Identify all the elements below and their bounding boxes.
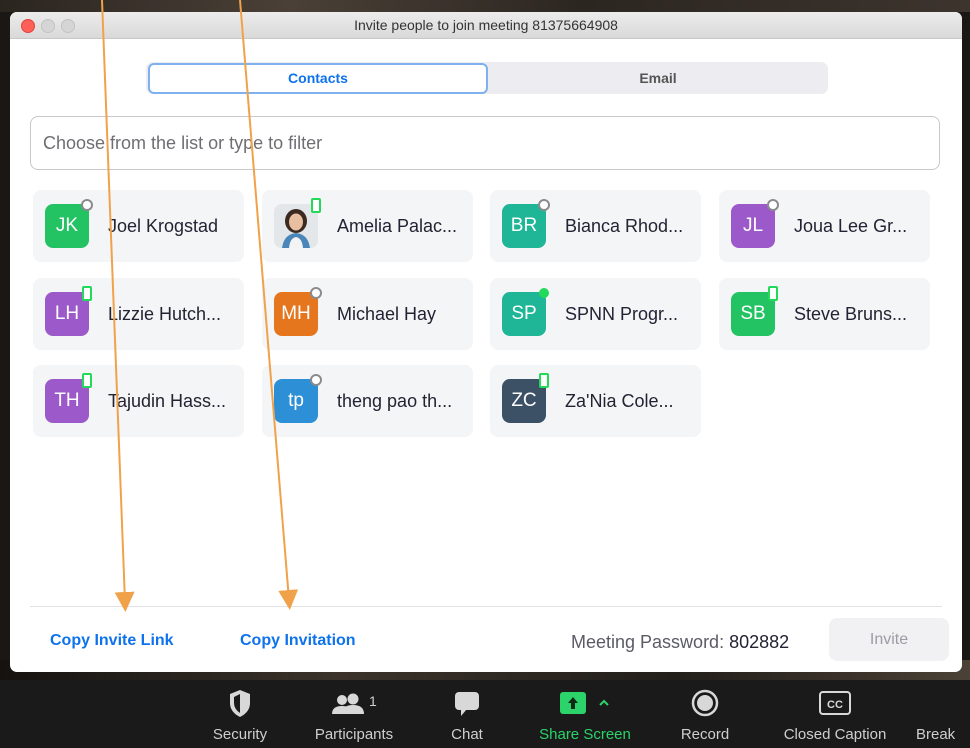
title-bar: Invite people to join meeting 8137566490…	[10, 12, 962, 39]
contact-name: Joel Krogstad	[108, 216, 219, 236]
share-screen-icon	[560, 692, 609, 714]
meeting-password-value: 802882	[729, 632, 790, 652]
contact-name: Joua Lee Gr...	[794, 216, 908, 236]
contact-name: theng pao th...	[337, 391, 453, 411]
security-button[interactable]: Security	[204, 688, 276, 743]
contact-card[interactable]: tp theng pao th...	[262, 365, 473, 437]
record-button[interactable]: Record	[672, 688, 738, 743]
meeting-password-label: Meeting Password:	[571, 632, 725, 652]
contact-card[interactable]: Amelia Palac...	[262, 190, 473, 262]
avatar: JL	[731, 204, 775, 248]
breakout-rooms-icon	[916, 688, 970, 720]
closed-caption-glyph: CC	[827, 699, 843, 711]
tab-email[interactable]: Email	[490, 65, 826, 92]
copy-invite-link-button[interactable]: Copy Invite Link	[50, 632, 174, 650]
contact-name: Michael Hay	[337, 304, 437, 324]
copy-invitation-button[interactable]: Copy Invitation	[240, 632, 356, 650]
closed-caption-button[interactable]: CC Closed Caption	[772, 688, 898, 743]
contact-name: Za'Nia Cole...	[565, 391, 674, 411]
chat-label: Chat	[451, 726, 483, 743]
chat-bubble-icon	[455, 692, 479, 716]
contact-card[interactable]: LH Lizzie Hutch...	[33, 278, 244, 350]
invite-dialog: Invite people to join meeting 8137566490…	[10, 12, 962, 672]
participants-label: Participants	[314, 726, 394, 743]
status-mobile-icon	[82, 373, 92, 388]
contact-name: Tajudin Hass...	[108, 391, 227, 411]
contact-card[interactable]: JL Joua Lee Gr...	[719, 190, 930, 262]
security-label: Security	[212, 726, 268, 743]
participants-icon: 1	[332, 693, 377, 714]
contact-card[interactable]: BR Bianca Rhod...	[490, 190, 701, 262]
avatar: JK	[45, 204, 89, 248]
contact-card[interactable]: TH Tajudin Hass...	[33, 365, 244, 437]
status-mobile-icon	[539, 373, 549, 388]
contact-card[interactable]: SB Steve Bruns...	[719, 278, 930, 350]
status-offline-icon	[310, 374, 322, 386]
status-offline-icon	[81, 199, 93, 211]
background-video-top	[0, 0, 970, 12]
breakout-rooms-button[interactable]: Break	[916, 688, 970, 743]
status-offline-icon	[767, 199, 779, 211]
record-label: Record	[680, 726, 730, 743]
contact-card[interactable]: MH Michael Hay	[262, 278, 473, 350]
contact-card[interactable]: JK Joel Krogstad	[33, 190, 244, 262]
participants-button[interactable]: 1 Participants	[304, 688, 404, 743]
status-online-icon	[539, 288, 549, 298]
breakout-rooms-label: Break	[916, 726, 956, 743]
status-offline-icon	[538, 199, 550, 211]
avatar: tp	[274, 379, 318, 423]
avatar: MH	[274, 292, 318, 336]
contact-filter-input[interactable]: Choose from the list or type to filter	[30, 116, 940, 170]
invite-button[interactable]: Invite	[829, 618, 949, 661]
contact-name: Amelia Palac...	[337, 216, 458, 236]
tab-contacts[interactable]: Contacts	[148, 63, 488, 94]
status-mobile-icon	[311, 198, 321, 213]
avatar: BR	[502, 204, 546, 248]
status-offline-icon	[310, 287, 322, 299]
closed-caption-icon: CC	[819, 691, 851, 715]
meeting-password: Meeting Password: 802882	[571, 632, 789, 653]
contact-name: Bianca Rhod...	[565, 216, 684, 236]
avatar: SP	[502, 292, 546, 336]
contact-name: SPNN Progr...	[565, 304, 679, 324]
share-screen-label: Share Screen	[539, 726, 631, 743]
share-screen-button[interactable]: Share Screen	[530, 688, 640, 743]
status-mobile-icon	[82, 286, 92, 301]
tab-switcher: Contacts Email	[146, 62, 828, 94]
contact-name: Lizzie Hutch...	[108, 304, 222, 324]
record-icon	[691, 689, 719, 717]
contact-card[interactable]: SP SPNN Progr...	[490, 278, 701, 350]
shield-icon	[230, 690, 250, 717]
status-mobile-icon	[768, 286, 778, 301]
window-title: Invite people to join meeting 8137566490…	[354, 17, 618, 33]
chat-button[interactable]: Chat	[440, 688, 494, 743]
footer-divider	[30, 606, 942, 607]
contact-name: Steve Bruns...	[794, 304, 908, 324]
contact-card[interactable]: ZC Za'Nia Cole...	[490, 365, 701, 437]
closed-caption-label: Closed Caption	[783, 726, 887, 743]
participants-count: 1	[369, 693, 377, 709]
meeting-toolbar: Security 1 Participants Chat Share Scree…	[0, 680, 970, 748]
